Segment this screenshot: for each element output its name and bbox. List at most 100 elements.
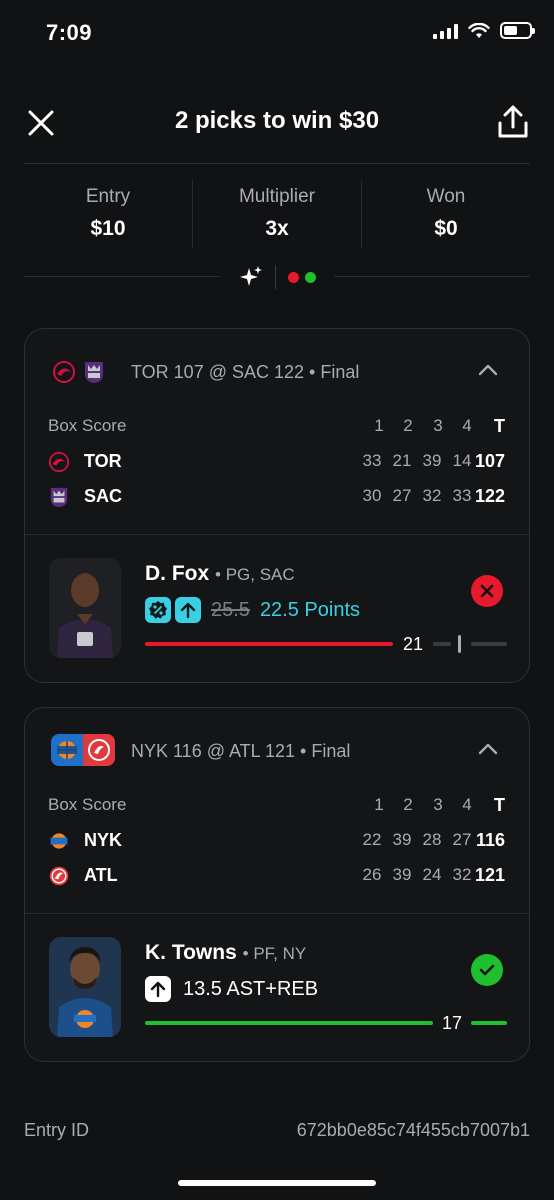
stat-label: Won bbox=[426, 186, 466, 207]
quarter-score: 28 bbox=[422, 830, 442, 849]
line-marker bbox=[458, 635, 461, 653]
matchup-score: TOR 107 @ SAC 122 bbox=[131, 362, 305, 382]
entry-id-value: 672bb0e85c74f455cb7007b1 bbox=[296, 1120, 530, 1140]
progress-value: 21 bbox=[403, 634, 424, 654]
quarter-label: 2 bbox=[403, 416, 413, 435]
progress-track bbox=[471, 642, 507, 646]
chevron-up-icon[interactable] bbox=[477, 741, 499, 757]
loss-dot bbox=[287, 271, 299, 283]
box-score-row: NYK 22 39 28 27 116 bbox=[48, 828, 505, 854]
total-label: T bbox=[494, 416, 505, 436]
win-check-icon bbox=[471, 954, 503, 986]
player-name: D. Fox bbox=[145, 562, 210, 585]
pick-line: 25.5 22.5 Points bbox=[145, 597, 360, 623]
pick-progress: 17 bbox=[145, 1013, 507, 1033]
status-icons bbox=[433, 22, 535, 39]
arrow-up-icon bbox=[175, 597, 201, 623]
share-button[interactable] bbox=[496, 104, 530, 140]
progress-fill bbox=[145, 642, 393, 646]
quarter-label: 1 bbox=[374, 795, 384, 814]
discount-badge-icon bbox=[145, 597, 171, 623]
quarter-score: 26 bbox=[362, 865, 382, 884]
game-status: Final bbox=[311, 741, 351, 761]
stat-value: 3x bbox=[265, 217, 289, 240]
team-total: 122 bbox=[474, 486, 505, 506]
pick-line-value: 13.5 AST+REB bbox=[183, 977, 319, 1000]
progress-fill bbox=[471, 1021, 507, 1025]
team-abbr: NYK bbox=[84, 830, 123, 850]
pick-progress: 21 bbox=[145, 634, 507, 654]
total-label: T bbox=[494, 795, 505, 815]
entry-id-label: Entry ID bbox=[24, 1120, 90, 1140]
quarter-score: 27 bbox=[392, 486, 412, 505]
quarter-score: 33 bbox=[362, 451, 382, 470]
quarter-score: 21 bbox=[392, 451, 412, 470]
card-divider bbox=[25, 913, 529, 914]
game-header[interactable]: TOR 107 @ SAC 122 • Final bbox=[25, 329, 529, 417]
matchup-text: TOR 107 @ SAC 122 • Final bbox=[131, 362, 360, 382]
player-headshot bbox=[49, 937, 121, 1037]
team-total: 121 bbox=[474, 865, 505, 885]
win-dot bbox=[304, 271, 316, 283]
chevron-up-icon[interactable] bbox=[477, 362, 499, 378]
page-title: 2 picks to win $30 bbox=[174, 107, 380, 134]
quarter-score: 39 bbox=[422, 451, 442, 470]
quarter-label: 1 bbox=[374, 416, 384, 435]
box-score-row: SAC 30 27 32 33 122 bbox=[48, 484, 505, 510]
quarter-score: 33 bbox=[452, 486, 472, 505]
quarter-score: 30 bbox=[362, 486, 382, 505]
quarter-score: 32 bbox=[422, 486, 442, 505]
matchup-text: NYK 116 @ ATL 121 • Final bbox=[131, 741, 351, 761]
stat-multiplier: Multiplier 3x bbox=[192, 180, 361, 248]
stat-won: Won $0 bbox=[361, 180, 530, 248]
quarter-score: 14 bbox=[452, 451, 472, 470]
card-divider bbox=[25, 534, 529, 535]
wifi-icon bbox=[468, 22, 490, 38]
progress-track bbox=[433, 642, 451, 646]
raptors-logo-icon bbox=[51, 359, 77, 385]
team-abbr: TOR bbox=[84, 451, 122, 471]
game-card: NYK 116 @ ATL 121 • Final Box Score 1 2 … bbox=[24, 707, 530, 1062]
loss-icon bbox=[471, 575, 503, 607]
stat-entry: Entry $10 bbox=[24, 180, 192, 248]
team-total: 107 bbox=[474, 451, 505, 471]
player-name-row: K. Towns • PF, NY bbox=[145, 941, 307, 964]
team-logos bbox=[51, 734, 115, 766]
home-indicator[interactable] bbox=[178, 1180, 376, 1186]
signal-icon bbox=[433, 23, 458, 39]
quarter-label: 2 bbox=[403, 795, 413, 814]
game-status: Final bbox=[320, 362, 360, 382]
box-score-header: Box Score 1 2 3 4 T bbox=[48, 416, 505, 438]
box-score-label: Box Score bbox=[48, 416, 127, 435]
player-headshot bbox=[49, 558, 121, 658]
game-card: TOR 107 @ SAC 122 • Final Box Score 1 2 … bbox=[24, 328, 530, 683]
progress-value: 17 bbox=[442, 1013, 463, 1033]
box-score-label: Box Score bbox=[48, 795, 127, 814]
stat-value: $0 bbox=[434, 217, 458, 240]
stat-value: $10 bbox=[90, 217, 126, 240]
arrow-up-icon bbox=[145, 976, 171, 1002]
player-name-row: D. Fox • PG, SAC bbox=[145, 562, 295, 585]
raptors-logo-icon bbox=[48, 451, 70, 473]
original-line: 25.5 bbox=[211, 598, 250, 621]
team-abbr: ATL bbox=[84, 865, 118, 885]
pick-summary[interactable] bbox=[0, 263, 554, 291]
knicks-logo-icon bbox=[48, 830, 70, 852]
quarter-score: 22 bbox=[362, 830, 382, 849]
pick-line-value: 22.5 Points bbox=[259, 598, 361, 621]
knicks-logo-icon bbox=[51, 734, 83, 766]
progress-fill bbox=[145, 1021, 433, 1025]
status-time: 7:09 bbox=[46, 20, 93, 45]
team-logos bbox=[51, 359, 107, 385]
quarter-score: 27 bbox=[452, 830, 472, 849]
entry-stats: Entry $10 Multiplier 3x Won $0 bbox=[24, 180, 530, 248]
quarter-score: 24 bbox=[422, 865, 442, 884]
battery-icon bbox=[500, 22, 535, 39]
box-score-header: Box Score 1 2 3 4 T bbox=[48, 795, 505, 817]
quarter-label: 3 bbox=[433, 795, 443, 814]
share-icon bbox=[498, 105, 528, 138]
kings-logo-icon bbox=[81, 359, 107, 385]
hawks-logo-icon bbox=[48, 865, 70, 887]
game-header[interactable]: NYK 116 @ ATL 121 • Final bbox=[25, 708, 529, 796]
quarter-label: 3 bbox=[433, 416, 443, 435]
